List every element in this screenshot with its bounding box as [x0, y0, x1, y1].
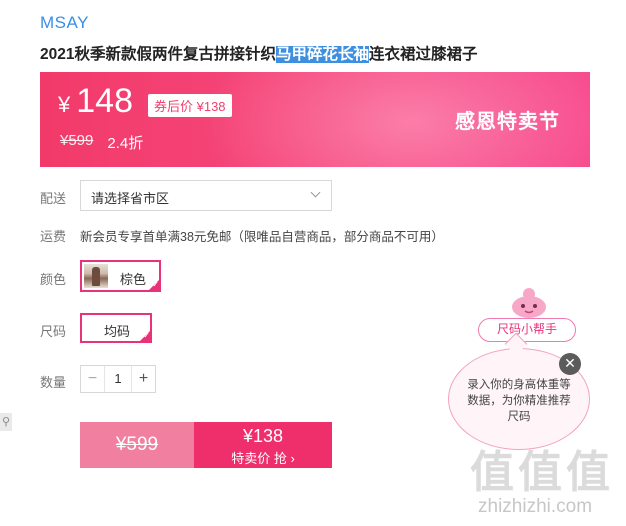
size-option-label: 均码 — [104, 324, 131, 339]
current-price: ¥ 148 — [58, 82, 133, 121]
color-thumbnail — [84, 264, 108, 288]
quantity-increase-button[interactable]: + — [132, 366, 155, 392]
delivery-label: 配送 — [40, 191, 67, 206]
buy-special-price: ¥138 — [242, 426, 284, 446]
original-price: ¥599 — [60, 132, 94, 149]
title-part: 连衣裙过膝裙子 — [369, 46, 478, 63]
buy-now-button[interactable]: ¥138 特卖价 抢 › — [194, 422, 332, 468]
color-option-brown[interactable]: 棕色 ✓ — [80, 260, 161, 292]
shipping-text: 新会员专享首单满38元免邮（限唯品自营商品，部分商品不可用） — [80, 230, 444, 244]
check-icon: ✓ — [143, 331, 150, 340]
promo-festival-text: 感恩特卖节 — [455, 111, 560, 133]
check-icon: ✓ — [152, 280, 159, 289]
buy-special-label: 特卖价 抢 › — [231, 451, 295, 466]
price-banner: ¥ 148 券后价 ¥138 ¥599 2.4折 感恩特卖节 — [40, 72, 590, 167]
coupon-price-tag: 券后价 ¥138 — [148, 94, 232, 117]
product-title: 2021秋季新款假两件复古拼接针织马甲碎花长袖连衣裙过膝裙子 — [40, 42, 478, 64]
original-price-block: ¥599 — [80, 422, 194, 468]
title-part: 2021秋季新款假两件复古拼接针织 — [40, 46, 276, 63]
watermark-logo: 值值值 — [470, 448, 614, 497]
shipping-label: 运费 — [40, 229, 67, 244]
chevron-down-icon — [310, 187, 321, 198]
quantity-decrease-button[interactable]: − — [81, 366, 104, 392]
region-select[interactable]: 请选择省市区 — [80, 180, 332, 211]
size-helper-button[interactable]: 尺码小帮手 — [478, 318, 576, 342]
close-icon[interactable]: ✕ — [559, 353, 581, 375]
color-option-label: 棕色 — [120, 272, 147, 287]
price-value: 148 — [76, 82, 133, 120]
quantity-label: 数量 — [40, 375, 67, 390]
size-helper-text: 录入你的身高体重等数据，为你精准推荐尺码 — [467, 379, 571, 423]
search-icon[interactable]: ⚲ — [0, 413, 12, 431]
thumbnail-figure — [92, 267, 100, 286]
title-highlight: 马甲碎花长袖 — [275, 46, 369, 63]
brand-link[interactable]: MSAY — [40, 13, 89, 33]
size-option-onesize[interactable]: 均码 ✓ — [80, 313, 152, 343]
buy-original-price: ¥599 — [115, 434, 159, 455]
quantity-stepper: − 1 + — [80, 365, 156, 393]
size-label: 尺码 — [40, 324, 67, 339]
quantity-input[interactable]: 1 — [104, 366, 132, 392]
watermark-url: zhizhizhi.com — [478, 496, 593, 517]
mascot-icon — [512, 288, 546, 318]
color-label: 颜色 — [40, 272, 67, 287]
region-select-value: 请选择省市区 — [91, 191, 170, 206]
price-sub: ¥599 2.4折 — [60, 132, 143, 153]
currency-symbol: ¥ — [58, 92, 71, 117]
discount-rate: 2.4折 — [107, 135, 144, 152]
watermark: 值值值 zhizhizhi.com — [470, 450, 620, 518]
